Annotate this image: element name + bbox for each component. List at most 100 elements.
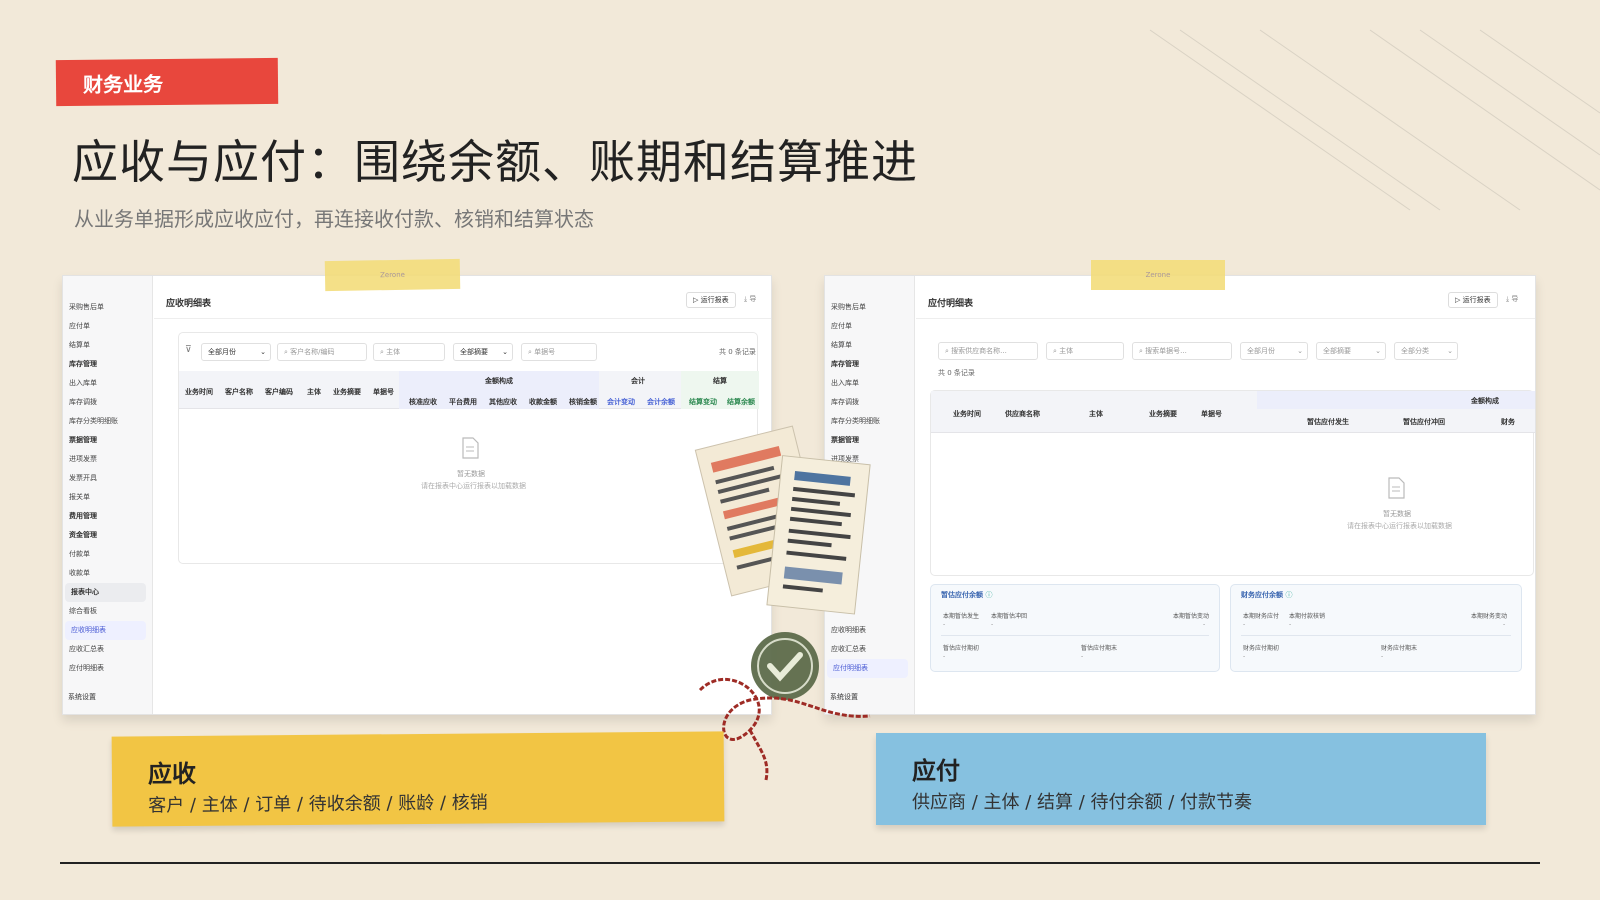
- entity-input[interactable]: ⌕ 主体: [1046, 342, 1124, 360]
- summary-label: 本期财务应付: [1243, 613, 1280, 620]
- financial-payable-summary: 财务应付余额 ⓘ 本期财务应付 本期付款核销 本期财务变动 - - - 财务应付…: [1230, 584, 1522, 672]
- summary-value: -: [1381, 653, 1384, 660]
- column-header[interactable]: 财务: [1501, 417, 1515, 427]
- doc-number-input[interactable]: ⌕ 单据号: [521, 343, 597, 361]
- sidebar-item[interactable]: 进项发票: [63, 450, 152, 469]
- column-header[interactable]: 会计余额: [647, 397, 675, 407]
- group-header-amount: 金额构成: [485, 377, 513, 385]
- column-header[interactable]: 客户名称: [225, 387, 253, 397]
- month-select[interactable]: 全部月份 ⌄: [201, 343, 271, 361]
- sidebar-group[interactable]: 库存管理: [63, 355, 152, 374]
- estimated-payable-summary: 暂估应付余额 ⓘ 本期暂估发生 本期暂估冲回 本期暂估变动 - - - 暂估应付…: [930, 584, 1220, 672]
- header-divider: [154, 318, 771, 319]
- column-header[interactable]: 结算余额: [727, 397, 755, 407]
- summary-select[interactable]: 全部摘要 ⌄: [453, 343, 513, 361]
- sidebar-item[interactable]: 库存调拨: [825, 393, 914, 412]
- month-select[interactable]: 全部月份 ⌄: [1240, 342, 1308, 360]
- sidebar-group[interactable]: 费用管理: [63, 507, 152, 526]
- sidebar-group[interactable]: 资金管理: [63, 526, 152, 545]
- tape-right: Zerone: [1091, 260, 1225, 290]
- column-header[interactable]: 业务时间: [185, 387, 213, 397]
- chevron-down-icon: ⌄: [1297, 347, 1303, 355]
- summary-value: -: [1243, 653, 1246, 660]
- sidebar-item[interactable]: 采购售后单: [825, 298, 914, 317]
- chevron-down-icon: ⌄: [502, 348, 508, 356]
- column-header[interactable]: 客户编码: [265, 387, 293, 397]
- column-header[interactable]: 供应商名称: [1005, 409, 1040, 419]
- play-icon: ▷: [1455, 296, 1463, 304]
- column-header[interactable]: 其他应收: [489, 397, 517, 407]
- doc-number-input[interactable]: ⌕ 搜索单据号...: [1132, 342, 1232, 360]
- receipt-front-icon: [766, 455, 871, 615]
- page-title: 应收与应付：围绕余额、账期和结算推进: [72, 135, 918, 189]
- sidebar-item[interactable]: 收款单: [63, 564, 152, 583]
- summary-select[interactable]: 全部摘要 ⌄: [1316, 342, 1386, 360]
- column-header[interactable]: 主体: [1089, 409, 1103, 419]
- group-header-accounting: 会计: [631, 377, 645, 385]
- customer-search-input[interactable]: ⌕ 客户名称/编码: [277, 343, 367, 361]
- column-header[interactable]: 收款金额: [529, 397, 557, 407]
- run-report-button[interactable]: ▷ 运行报表: [686, 292, 736, 308]
- summary-label: 暂估应付期初: [943, 645, 980, 652]
- sidebar-item[interactable]: 综合看板: [63, 602, 152, 621]
- sidebar-item[interactable]: 应付单: [63, 317, 152, 336]
- column-header[interactable]: 暂估应付发生: [1307, 417, 1349, 427]
- supplier-search-input[interactable]: ⌕ 搜索供应商名称...: [938, 342, 1038, 360]
- empty-hint: 请在报表中心运行报表以加载数据: [421, 482, 526, 490]
- summary-label: 本期暂估冲回: [991, 613, 1028, 620]
- header-divider: [916, 318, 1535, 319]
- summary-label: 本期财务变动: [1471, 613, 1508, 620]
- sidebar-item-active[interactable]: 应收明细表: [65, 621, 146, 640]
- column-header[interactable]: 核销金额: [569, 397, 597, 407]
- sidebar-item[interactable]: 结算单: [63, 336, 152, 355]
- column-header[interactable]: 会计变动: [607, 397, 635, 407]
- play-icon: ▷: [693, 296, 701, 304]
- download-button[interactable]: ⤓ 导: [1506, 294, 1518, 304]
- summary-value: -: [1081, 653, 1084, 660]
- summary-value: -: [943, 621, 946, 628]
- sidebar-item[interactable]: 采购售后单: [63, 298, 152, 317]
- sidebar-item[interactable]: 结算单: [825, 336, 914, 355]
- column-header[interactable]: 结算变动: [689, 397, 717, 407]
- run-report-button[interactable]: ▷ 运行报表: [1448, 292, 1498, 308]
- sidebar-item[interactable]: 出入库单: [63, 374, 152, 393]
- download-button[interactable]: ⤓ 导: [744, 294, 756, 304]
- category-select[interactable]: 全部分类 ⌄: [1394, 342, 1458, 360]
- column-header[interactable]: 核准应收: [409, 397, 437, 407]
- column-header[interactable]: 单据号: [1201, 409, 1222, 419]
- payable-report-screenshot: 采购售后单 应付单 结算单 库存管理 出入库单 库存调拨 库存分类明细账 票据管…: [824, 275, 1536, 715]
- run-report-label: 运行报表: [1462, 296, 1491, 304]
- note-items: 供应商 / 主体 / 结算 / 待付余额 / 付款节奏: [912, 792, 1253, 813]
- column-header[interactable]: 业务摘要: [1149, 409, 1177, 419]
- summary-label: 暂估应付期末: [1081, 645, 1118, 652]
- download-label: 导: [1511, 295, 1519, 303]
- sidebar-group[interactable]: 库存管理: [825, 355, 914, 374]
- summary-label: 财务应付期末: [1381, 645, 1418, 652]
- sidebar-group-active[interactable]: 报表中心: [65, 583, 146, 602]
- sidebar-item[interactable]: 付款单: [63, 545, 152, 564]
- sidebar-item[interactable]: 发票开具: [63, 469, 152, 488]
- column-header[interactable]: 单据号: [373, 387, 394, 397]
- report-title: 应收明细表: [166, 299, 212, 309]
- sidebar-item[interactable]: 应付明细表: [63, 659, 152, 678]
- column-header[interactable]: 业务摘要: [333, 387, 361, 397]
- sidebar-item[interactable]: 出入库单: [825, 374, 914, 393]
- record-count: 共 0 条记录: [938, 369, 975, 377]
- sidebar-item[interactable]: 库存调拨: [63, 393, 152, 412]
- chevron-down-icon: ⌄: [260, 348, 266, 356]
- page-subtitle: 从业务单据形成应收应付，再连接收付款、核销和结算状态: [74, 207, 594, 231]
- sidebar-item[interactable]: 库存分类明细账: [63, 412, 152, 431]
- column-header[interactable]: 主体: [307, 387, 321, 397]
- column-header[interactable]: 暂估应付冲回: [1403, 417, 1445, 427]
- entity-input[interactable]: ⌕ 主体: [373, 343, 445, 361]
- sidebar-item[interactable]: 报关单: [63, 488, 152, 507]
- report-card: ⊽ 全部月份 ⌄ ⌕ 客户名称/编码 ⌕ 主体 全部摘要 ⌄ ⌕ 单据号 共 0…: [178, 332, 759, 564]
- bottom-divider: [60, 862, 1540, 864]
- sidebar-footer-settings[interactable]: 系统设置: [68, 692, 96, 702]
- download-label: 导: [749, 295, 757, 303]
- column-header[interactable]: 业务时间: [953, 409, 981, 419]
- sidebar-group[interactable]: 票据管理: [63, 431, 152, 450]
- sidebar-item[interactable]: 应收汇总表: [63, 640, 152, 659]
- sidebar-item[interactable]: 应付单: [825, 317, 914, 336]
- column-header[interactable]: 平台费用: [449, 397, 477, 407]
